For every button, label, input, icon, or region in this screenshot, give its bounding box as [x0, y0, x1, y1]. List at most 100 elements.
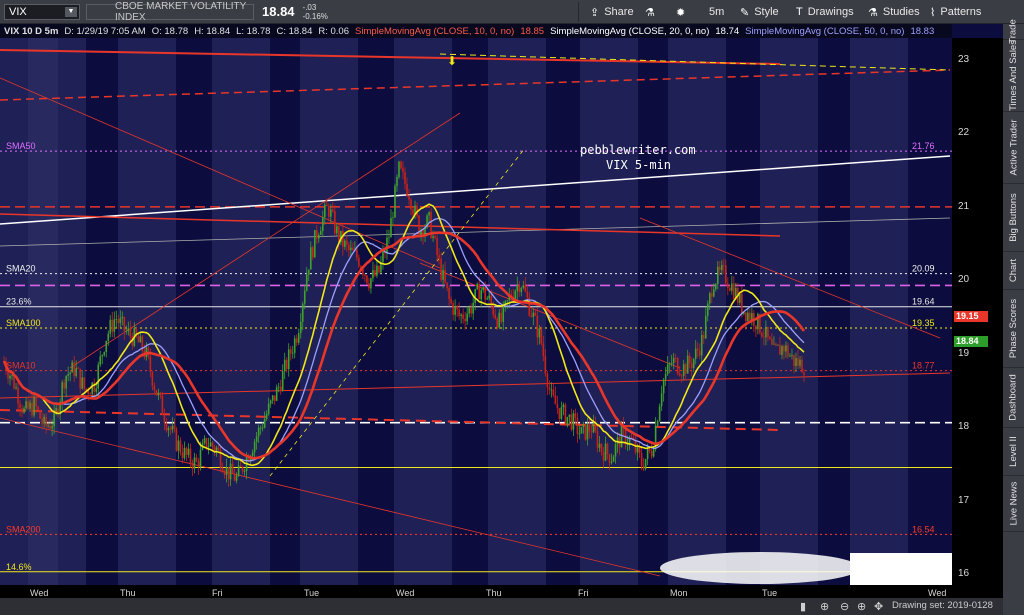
candle-body	[795, 358, 797, 366]
candle-body	[542, 343, 545, 356]
symbol-input[interactable]: VIX ▼	[4, 3, 80, 20]
candle-body	[177, 440, 180, 451]
candle-body	[548, 387, 551, 390]
candle-body	[275, 387, 278, 401]
candle-body	[47, 425, 49, 427]
candle-body	[21, 408, 23, 413]
candle-body	[656, 421, 659, 426]
candle-body	[71, 362, 73, 373]
bottom-status-strip	[0, 598, 1003, 615]
timeframe-button[interactable]: 5m	[709, 0, 724, 24]
candle-body	[733, 283, 735, 299]
candle-body	[570, 414, 573, 430]
pan-icon[interactable]: ✥	[874, 600, 883, 613]
candle-body	[157, 392, 160, 396]
candle-body	[799, 359, 801, 366]
candle-body	[77, 367, 79, 369]
candle-body	[39, 410, 41, 419]
sma50-label: SimpleMovingAvg (CLOSE, 50, 0, no)	[745, 25, 905, 37]
level-value: 19.64	[912, 297, 935, 307]
candle-body	[678, 373, 681, 376]
candle-body	[9, 375, 11, 379]
candle-body	[251, 452, 254, 457]
candle-body	[708, 293, 711, 304]
price-chart[interactable]: SMA50 21.76 SMA20 20.09 23.6% 19.64 SMA100 19.3…	[0, 38, 952, 585]
annotation-title: pebblewriter.com	[580, 143, 696, 157]
candle-body	[137, 336, 140, 343]
candle-body	[11, 375, 13, 377]
y-tick-label: 23	[958, 54, 970, 66]
candle-body	[400, 161, 402, 169]
candle-body	[598, 443, 601, 448]
candle-body	[490, 295, 493, 304]
candle-body	[352, 247, 354, 251]
tab-times-and-sales[interactable]: Times And Sales	[1003, 40, 1024, 112]
candle-body	[741, 293, 743, 314]
studies-icon: ⚗	[868, 6, 878, 19]
x-day-label: Fri	[212, 588, 223, 598]
drawings-button[interactable]: T Drawings	[796, 0, 854, 24]
candle-body	[209, 442, 212, 447]
candle-body	[458, 309, 460, 317]
candle-body	[668, 363, 671, 365]
share-button[interactable]: ⇪ Share	[590, 0, 634, 24]
candle-body	[470, 307, 472, 314]
candle-body	[688, 355, 691, 364]
y-tick-label: 16	[958, 567, 970, 579]
candle-body	[123, 316, 126, 332]
candle-body	[279, 386, 282, 391]
candle-body	[336, 226, 338, 234]
candle-body	[502, 305, 505, 322]
candle-body	[596, 431, 599, 448]
candle-body	[29, 402, 31, 409]
candle-body	[199, 449, 202, 467]
tab-level-ii[interactable]: Level II	[1003, 428, 1024, 476]
candle-body	[273, 395, 276, 401]
candle-body	[35, 397, 37, 407]
flask-button[interactable]: ⚗	[645, 0, 660, 24]
studies-button[interactable]: ⚗ Studies	[868, 0, 920, 24]
crosshair-icon[interactable]: ⊕	[820, 600, 829, 613]
patterns-button[interactable]: ⌇ Patterns	[930, 0, 981, 24]
candle-body	[771, 339, 773, 345]
bar-icon[interactable]: ▮	[800, 600, 806, 613]
tab-chart[interactable]: Chart	[1003, 252, 1024, 290]
candle-body	[255, 436, 258, 442]
candle-body	[572, 413, 575, 430]
candle-body	[789, 355, 791, 357]
tab-dashboard[interactable]: Dashboard	[1003, 368, 1024, 428]
candle-body	[791, 354, 793, 356]
candle-body	[388, 237, 390, 239]
zoom-in-icon[interactable]: ⊕	[857, 600, 866, 613]
candle-body	[358, 257, 360, 267]
candle-body	[777, 344, 779, 346]
tab-trade[interactable]: Trade	[1003, 19, 1024, 44]
zoom-out-icon[interactable]: ⊖	[840, 600, 849, 613]
candle-body	[556, 404, 559, 409]
candle-body	[480, 290, 482, 300]
tab-active-trader[interactable]: Active Trader	[1003, 112, 1024, 184]
candle-body	[506, 300, 509, 302]
tab-phase-scores[interactable]: Phase Scores	[1003, 290, 1024, 368]
x-day-label: Tue	[304, 588, 320, 598]
style-button[interactable]: ✎ Style	[740, 0, 779, 24]
settings-button[interactable]: ✹	[676, 0, 690, 24]
candle-body	[520, 287, 523, 293]
candle-body	[85, 388, 88, 390]
candle-body	[169, 428, 172, 430]
candle-body	[303, 290, 306, 304]
candle-body	[606, 443, 609, 455]
candle-body	[686, 355, 689, 374]
chevron-down-icon[interactable]: ▼	[65, 6, 77, 17]
candle-body	[434, 236, 436, 238]
candle-body	[161, 395, 164, 415]
tab-live-news[interactable]: Live News	[1003, 476, 1024, 532]
candle-body	[51, 426, 53, 429]
x-day-label: Fri	[578, 588, 589, 598]
candle-body	[193, 457, 196, 469]
tab-big-buttons[interactable]: Big Buttons	[1003, 184, 1024, 252]
candle-body	[580, 427, 583, 434]
candle-body	[117, 319, 120, 323]
candle-body	[602, 451, 605, 461]
change-pct: -0.16%	[302, 11, 328, 21]
